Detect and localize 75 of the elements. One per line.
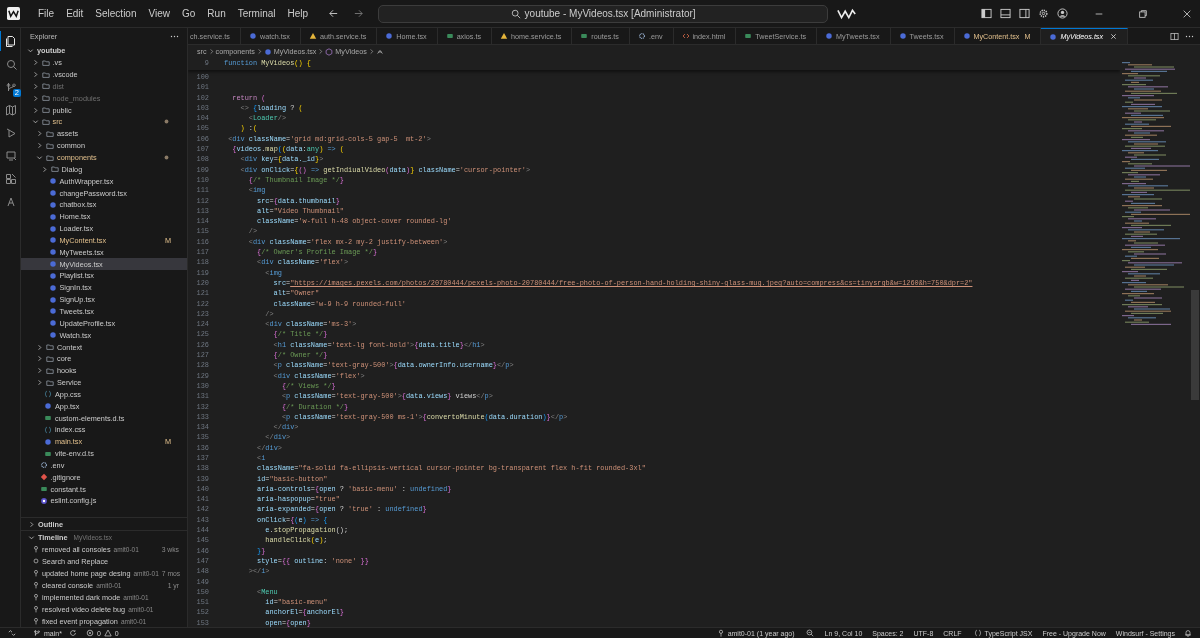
ts-file-icon [580, 32, 589, 40]
menu-item[interactable]: Run [201, 8, 232, 19]
settings-icon[interactable] [1038, 8, 1049, 19]
diamond-icon [39, 473, 48, 482]
chevron-icon[interactable] [28, 533, 35, 541]
files-icon [4, 35, 17, 47]
app-logo[interactable] [7, 7, 20, 20]
file-icon [385, 32, 394, 40]
commit-icon [716, 629, 725, 637]
cube-icon [325, 47, 334, 56]
gear-icon [39, 461, 48, 470]
braces-icon [973, 629, 982, 637]
menu-item[interactable]: View [142, 8, 176, 19]
file-icon [825, 32, 833, 40]
menu-item[interactable]: Help [281, 8, 315, 19]
branch-icon [33, 629, 41, 637]
monitor-icon [4, 150, 17, 162]
error-icon [85, 629, 94, 637]
chevron-icon [256, 48, 262, 55]
file-icon [1049, 32, 1058, 41]
source-control-icon [4, 81, 17, 93]
ts-file-icon [445, 32, 454, 40]
close-icon[interactable] [1182, 8, 1192, 19]
panel-toggle-icon[interactable] [1000, 8, 1011, 19]
sync-icon[interactable] [68, 629, 77, 637]
menu-item[interactable]: Go [176, 8, 202, 19]
restore-icon[interactable] [1138, 8, 1148, 19]
braces-icon [44, 425, 52, 434]
bell-icon[interactable] [1184, 629, 1192, 637]
forward-arrow-icon[interactable] [353, 8, 365, 19]
file-icon [44, 402, 52, 411]
file-icon [898, 32, 907, 40]
scrollbar-thumb[interactable] [1191, 290, 1199, 400]
sidebar-toggle-icon[interactable] [981, 8, 992, 19]
warning-icon [103, 629, 112, 637]
symbol-icon[interactable] [375, 47, 384, 56]
play-icon [4, 127, 17, 139]
commit-icon [33, 581, 39, 589]
menu-item[interactable]: File [32, 8, 61, 19]
close-icon[interactable] [1110, 33, 1118, 40]
config-file-icon [39, 497, 48, 505]
file-icon [44, 437, 52, 446]
secondary-sidebar-icon[interactable] [1019, 8, 1030, 19]
zoom-icon[interactable] [805, 629, 814, 637]
menu-item[interactable]: Edit [60, 8, 90, 19]
code-file-icon [681, 32, 690, 40]
split-editor-icon[interactable] [1170, 31, 1179, 41]
triangle-file-icon [500, 32, 508, 40]
back-arrow-icon[interactable] [328, 8, 340, 19]
command-center[interactable]: youtube - MyVideos.tsx [Administrator] [378, 4, 829, 23]
menu-item[interactable]: Selection [89, 8, 143, 19]
chevron-icon [318, 48, 324, 55]
account-icon[interactable] [1057, 8, 1068, 19]
ts-file-icon [744, 32, 753, 40]
triangle-file-icon [308, 32, 317, 40]
commit-icon [33, 605, 39, 613]
extensions-icon [4, 173, 17, 185]
search-icon [510, 8, 521, 19]
chevron-icon [368, 48, 374, 55]
commit-icon [33, 545, 39, 553]
braces-icon [44, 390, 52, 399]
wave-logo-icon [837, 7, 858, 20]
chevron-icon [28, 520, 35, 528]
menu-item[interactable]: Terminal [231, 8, 282, 19]
remote-icon[interactable] [8, 629, 16, 637]
command-center-text: youtube - MyVideos.tsx [Administrator] [524, 8, 696, 19]
commit-icon [33, 617, 39, 625]
gear-icon [637, 32, 646, 40]
history-icon [33, 557, 39, 565]
commit-icon [33, 593, 39, 601]
search-icon [4, 58, 17, 70]
file-icon [962, 32, 971, 40]
chevron-icon [208, 48, 214, 55]
map-icon [4, 104, 17, 116]
commit-icon [33, 569, 39, 577]
